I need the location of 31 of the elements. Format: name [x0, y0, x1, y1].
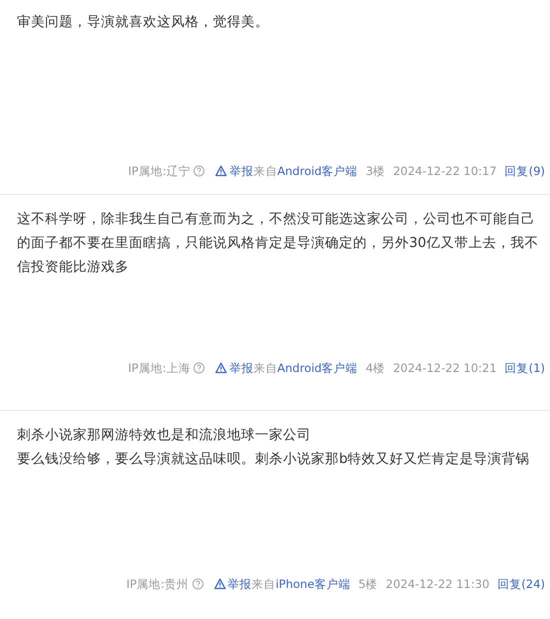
- client-link[interactable]: Android客户端: [277, 360, 358, 376]
- floor-number: 5楼: [358, 576, 378, 592]
- report-link[interactable]: 举报: [215, 164, 254, 178]
- warning-icon: [215, 362, 228, 374]
- reply-link[interactable]: 回复(24): [497, 576, 545, 592]
- source-label: 来自: [252, 576, 276, 592]
- help-icon: [193, 165, 206, 177]
- reply-link[interactable]: 回复(1): [504, 360, 545, 376]
- help-icon: [193, 362, 206, 374]
- ip-location: IP属地:贵州: [126, 576, 189, 592]
- source-label: 来自: [253, 164, 278, 178]
- client-link[interactable]: iPhone客户端: [276, 576, 350, 592]
- report-link[interactable]: 举报: [214, 576, 252, 592]
- warning-icon: [214, 578, 226, 590]
- floor-number: 3楼: [366, 164, 386, 178]
- post-text: 审美问题，导演就喜欢这风格，觉得美。: [17, 13, 270, 32]
- post-text: 要么钱没给够，要么导演就这品味呗。刺杀小说家那b特效又好又烂肯定是导演背锅: [17, 450, 531, 469]
- post-text: 这不科学呀，除非我生自己有意而为之，不然没可能选这家公司，公司也不可能自己的面子都不要在里面瞎搞，只能说风格肯定是导演确定的，另外30亿又带上去，我不信投资能比游戏多: [17, 210, 539, 277]
- report-link[interactable]: 举报: [215, 360, 254, 376]
- post-time: 2024-12-22 10:17: [393, 164, 497, 178]
- warning-icon: [215, 165, 228, 177]
- ip-location: IP属地:上海: [128, 360, 190, 376]
- source-label: 来自: [253, 360, 278, 376]
- ip-location: IP属地:辽宁: [128, 164, 190, 178]
- post-text: 刺杀小说家那网游特效也是和流浪地球一家公司: [17, 426, 312, 445]
- help-icon: [192, 578, 204, 590]
- post-time: 2024-12-22 11:30: [386, 577, 490, 591]
- post-time: 2024-12-22 10:21: [393, 361, 497, 375]
- reply-link[interactable]: 回复(9): [504, 164, 545, 178]
- floor-number: 4楼: [366, 360, 386, 376]
- client-link[interactable]: Android客户端: [277, 164, 358, 178]
